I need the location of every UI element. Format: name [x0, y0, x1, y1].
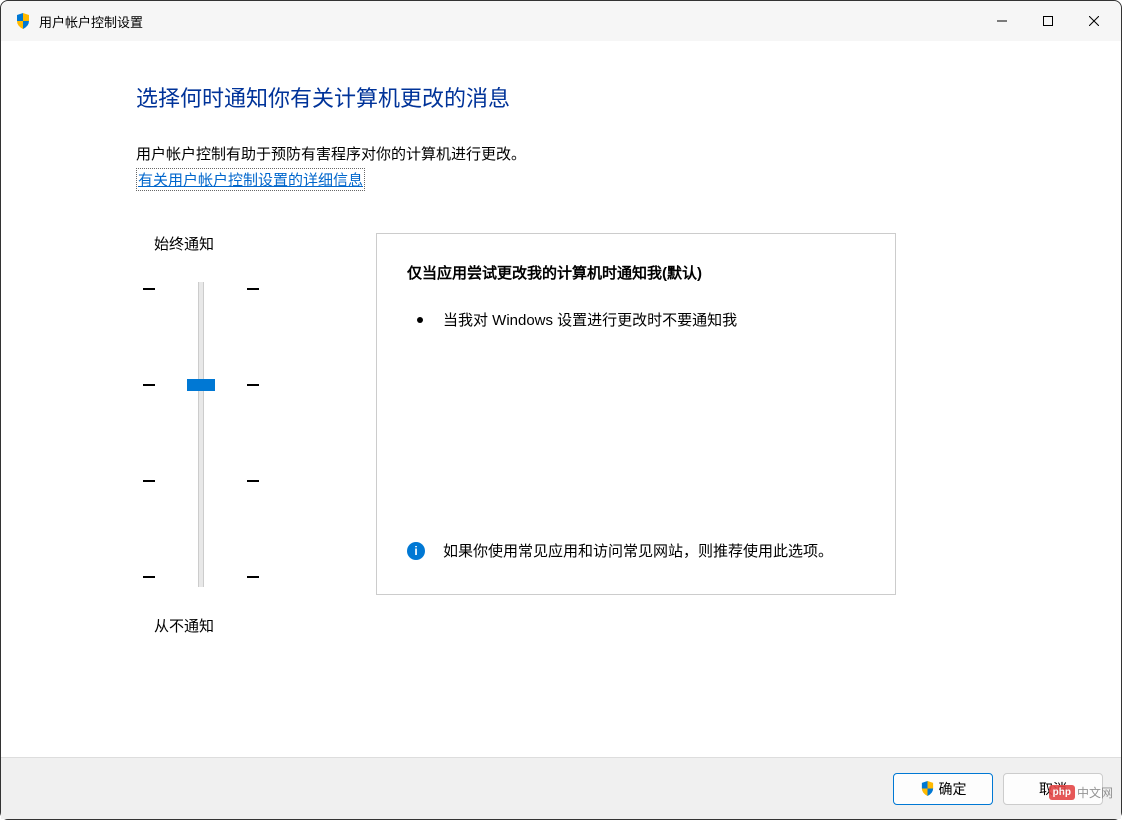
- watermark-text: 中文网: [1077, 784, 1113, 801]
- recommendation-text: 如果你使用常见应用和访问常见网站，则推荐使用此选项。: [443, 540, 833, 564]
- uac-shield-icon: [15, 13, 31, 29]
- bullet-icon: [417, 317, 423, 323]
- maximize-button[interactable]: [1025, 4, 1071, 38]
- window-controls: [979, 4, 1117, 38]
- slider-label-never: 从不通知: [154, 615, 214, 636]
- watermark-logo: php: [1049, 785, 1075, 800]
- titlebar: 用户帐户控制设置: [1, 1, 1121, 41]
- slider-track[interactable]: [171, 282, 231, 587]
- page-title: 选择何时通知你有关计算机更改的消息: [136, 81, 986, 113]
- slider-thumb[interactable]: [187, 379, 215, 391]
- slider-section: 始终通知 从不通知 仅当应用尝试更改我的计算机时通知我(默认) 当我对 Wind…: [136, 233, 986, 636]
- help-link[interactable]: 有关用户帐户控制设置的详细信息: [136, 168, 365, 191]
- info-icon: i: [407, 542, 425, 560]
- watermark: php 中文网: [1049, 784, 1113, 801]
- ok-button[interactable]: 确定: [893, 773, 993, 805]
- info-panel: 仅当应用尝试更改我的计算机时通知我(默认) 当我对 Windows 设置进行更改…: [376, 233, 896, 595]
- info-bullet-text: 当我对 Windows 设置进行更改时不要通知我: [443, 309, 737, 330]
- info-bullet-row: 当我对 Windows 设置进行更改时不要通知我: [417, 309, 865, 330]
- page-description: 用户帐户控制有助于预防有害程序对你的计算机进行更改。: [136, 143, 986, 164]
- slider-label-always: 始终通知: [154, 233, 214, 254]
- minimize-button[interactable]: [979, 4, 1025, 38]
- shield-icon: [920, 781, 935, 796]
- content-area: 选择何时通知你有关计算机更改的消息 用户帐户控制有助于预防有害程序对你的计算机进…: [1, 41, 1121, 636]
- slider-column: 始终通知 从不通知: [136, 233, 266, 636]
- footer-bar: 确定 取消 php 中文网: [1, 757, 1121, 819]
- ok-button-label: 确定: [939, 779, 967, 799]
- recommendation-row: i 如果你使用常见应用和访问常见网站，则推荐使用此选项。: [407, 540, 865, 564]
- close-button[interactable]: [1071, 4, 1117, 38]
- info-heading: 仅当应用尝试更改我的计算机时通知我(默认): [407, 262, 865, 283]
- window-title: 用户帐户控制设置: [39, 12, 979, 31]
